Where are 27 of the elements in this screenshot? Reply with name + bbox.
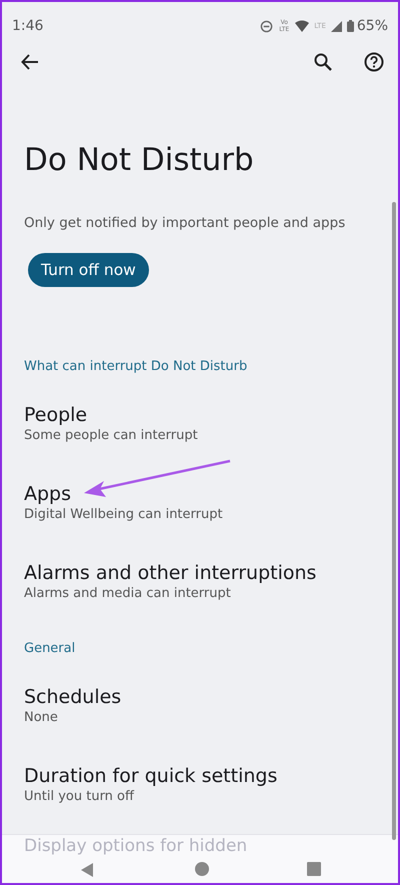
page-title: Do Not Disturb <box>24 141 255 180</box>
setting-summary: None <box>24 709 59 727</box>
battery-percent: 65% <box>356 18 388 34</box>
dnd-icon <box>260 20 274 32</box>
setting-summary: Alarms and media can interrupt <box>24 585 232 603</box>
setting-summary: Some people can interrupt <box>24 427 199 445</box>
turn-off-button[interactable]: Turn off now <box>28 253 149 287</box>
setting-title[interactable]: Apps <box>24 482 398 506</box>
status-time: 1:46 <box>12 18 44 34</box>
home-circle-icon[interactable] <box>195 862 209 876</box>
back-arrow-icon[interactable] <box>21 53 39 71</box>
page-description: Only get notified by important people and apps <box>24 215 346 231</box>
search-icon[interactable] <box>314 53 332 71</box>
section-header: What can interrupt Do Not Disturb <box>24 359 248 374</box>
setting-title[interactable]: Schedules <box>24 685 398 709</box>
wifi-icon <box>295 20 310 32</box>
faded-setting-title: Display options for hidden <box>24 835 248 857</box>
back-triangle-icon[interactable] <box>80 862 94 878</box>
battery-icon <box>346 20 354 32</box>
setting-title[interactable]: Alarms and other interruptions <box>24 561 398 585</box>
help-icon[interactable] <box>364 52 384 72</box>
section-header: General <box>24 641 76 656</box>
setting-summary: Digital Wellbeing can interrupt <box>24 506 224 524</box>
setting-title[interactable]: Duration for quick settings <box>24 764 398 788</box>
signal-icon <box>330 20 342 32</box>
setting-title[interactable]: People <box>24 403 398 427</box>
setting-summary: Until you turn off <box>24 788 136 806</box>
